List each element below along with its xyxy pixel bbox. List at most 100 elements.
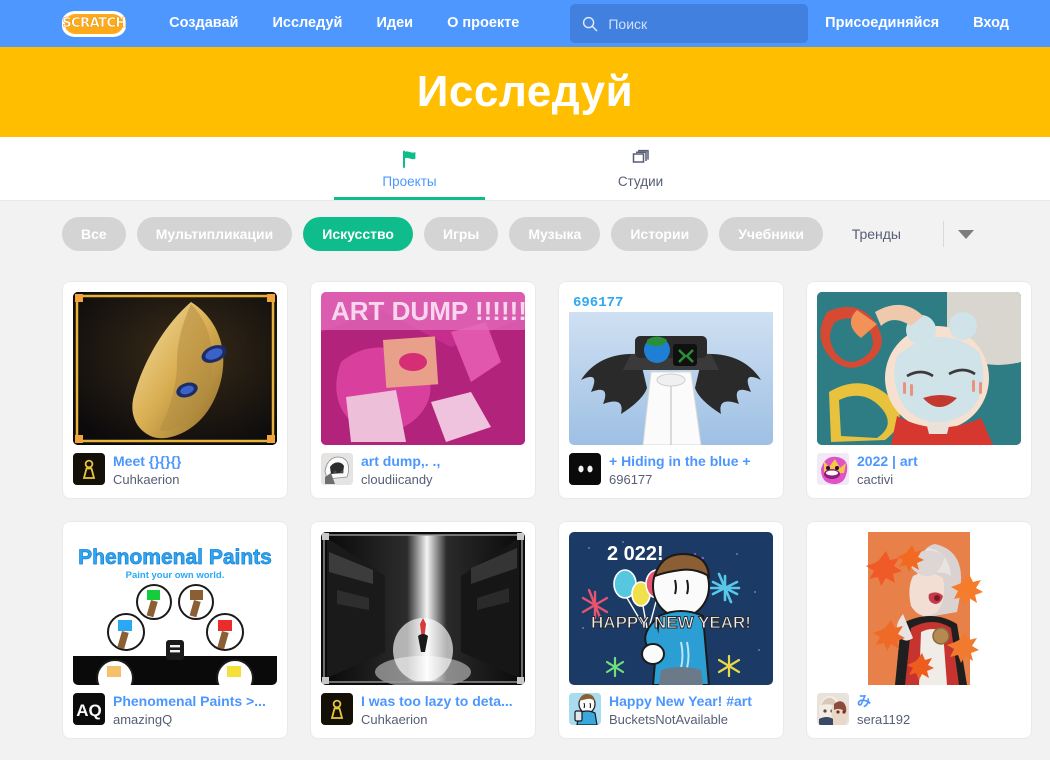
tab-projects-label: Проекты — [382, 174, 437, 189]
nav-link-create[interactable]: Создавай — [152, 0, 255, 47]
tab-bar: Проекты Студии — [0, 137, 1050, 201]
logo-text: SCRATCH — [62, 15, 127, 32]
chevron-down-icon[interactable] — [944, 229, 988, 239]
avatar[interactable] — [321, 453, 353, 485]
project-title[interactable]: I was too lazy to deta... — [361, 693, 513, 710]
project-title[interactable]: Happy New Year! #art — [609, 693, 752, 710]
project-card[interactable]: Phenomenal Paints Paint your own world. — [62, 521, 288, 739]
svg-text:Paint your own world.: Paint your own world. — [126, 570, 225, 581]
filter-pill-tutorials[interactable]: Учебники — [719, 217, 823, 251]
project-text-block: み sera1192 — [857, 693, 910, 728]
project-meta: Meet {}{}{} Cuhkaerion — [73, 453, 277, 488]
filter-pill-stories[interactable]: Истории — [611, 217, 709, 251]
filter-pill-all[interactable]: Все — [62, 217, 126, 251]
project-text-block: I was too lazy to deta... Cuhkaerion — [361, 693, 513, 728]
project-thumbnail: 2 022! HAPPY NEW YEAR! — [569, 532, 773, 685]
project-card[interactable]: ART DUMP !!!!!! art dump,. ., cloudiican… — [310, 281, 536, 499]
project-thumbnail: ART DUMP !!!!!! — [321, 292, 525, 445]
filter-pill-music[interactable]: Музыка — [509, 217, 601, 251]
project-author[interactable]: cloudiicandy — [361, 471, 440, 488]
nav-link-about[interactable]: О проекте — [430, 0, 536, 47]
avatar[interactable] — [817, 693, 849, 725]
project-meta: み sera1192 — [817, 693, 1021, 728]
tab-studios[interactable]: Студии — [565, 144, 716, 200]
project-title[interactable]: Phenomenal Paints >... — [113, 693, 266, 710]
project-text-block: 2022 | art cactivi — [857, 453, 918, 488]
project-card[interactable]: Meet {}{}{} Cuhkaerion — [62, 281, 288, 499]
svg-text:Phenomenal Paints: Phenomenal Paints — [78, 546, 272, 569]
avatar[interactable] — [569, 453, 601, 485]
project-thumbnail: Phenomenal Paints Paint your own world. — [73, 532, 277, 685]
project-meta: art dump,. ., cloudiicandy — [321, 453, 525, 488]
tab-studios-label: Студии — [617, 174, 664, 189]
project-author[interactable]: Cuhkaerion — [361, 711, 513, 728]
project-author[interactable]: Cuhkaerion — [113, 471, 181, 488]
project-author[interactable]: sera1192 — [857, 711, 910, 728]
projects-grid-wrapper: Meet {}{}{} Cuhkaerion ART DUMP !!!!!! a… — [0, 281, 1050, 739]
project-meta: I was too lazy to deta... Cuhkaerion — [321, 693, 525, 728]
nav-link-signin[interactable]: Вход — [956, 0, 1026, 47]
project-thumbnail — [817, 532, 1021, 685]
avatar[interactable]: AQ — [73, 693, 105, 725]
green-flag-icon — [400, 148, 420, 170]
project-card[interactable]: 2022 | art cactivi — [806, 281, 1032, 499]
project-card[interactable]: 2 022! HAPPY NEW YEAR! Happy New Year! #… — [558, 521, 784, 739]
nav-right-group: Присоединяйся Вход — [808, 0, 1026, 47]
svg-text:2 022!: 2 022! — [607, 543, 664, 565]
project-thumbnail — [817, 292, 1021, 445]
hero-banner: Исследуй — [0, 47, 1050, 137]
project-title[interactable]: + Hiding in the blue + — [609, 453, 751, 470]
avatar[interactable] — [73, 453, 105, 485]
project-title[interactable]: art dump,. ., — [361, 453, 440, 470]
project-text-block: art dump,. ., cloudiicandy — [361, 453, 440, 488]
project-thumbnail: 696177 — [569, 292, 773, 445]
nav-link-ideas[interactable]: Идеи — [359, 0, 430, 47]
filter-pill-animations[interactable]: Мультипликации — [136, 217, 293, 251]
search-icon — [582, 16, 598, 32]
project-author[interactable]: amazingQ — [113, 711, 266, 728]
project-text-block: Meet {}{}{} Cuhkaerion — [113, 453, 181, 488]
project-card[interactable]: み sera1192 — [806, 521, 1032, 739]
tab-projects[interactable]: Проекты — [334, 144, 485, 200]
filter-bar: Все Мультипликации Искусство Игры Музыка… — [0, 201, 1050, 267]
project-meta: 2022 | art cactivi — [817, 453, 1021, 488]
page-title: Исследуй — [416, 67, 634, 116]
project-author[interactable]: 696177 — [609, 471, 751, 488]
svg-text:ART DUMP !!!!!!: ART DUMP !!!!!! — [331, 296, 525, 326]
project-author[interactable]: cactivi — [857, 471, 918, 488]
svg-text:AQ: AQ — [76, 701, 102, 720]
project-title[interactable]: 2022 | art — [857, 453, 918, 470]
project-thumbnail — [321, 532, 525, 685]
project-text-block: Happy New Year! #art BucketsNotAvailable — [609, 693, 752, 728]
svg-text:696177: 696177 — [573, 295, 623, 311]
nav-link-join[interactable]: Присоединяйся — [808, 0, 956, 47]
project-text-block: + Hiding in the blue + 696177 — [609, 453, 751, 488]
project-card[interactable]: I was too lazy to deta... Cuhkaerion — [310, 521, 536, 739]
caret-shape — [958, 229, 974, 239]
filter-pill-art[interactable]: Искусство — [303, 217, 413, 251]
project-author[interactable]: BucketsNotAvailable — [609, 711, 752, 728]
sort-label[interactable]: Тренды — [852, 226, 943, 242]
top-navigation-bar: SCRATCH Создавай Исследуй Идеи О проекте… — [0, 0, 1050, 47]
project-text-block: Phenomenal Paints >... amazingQ — [113, 693, 266, 728]
project-thumbnail — [73, 292, 277, 445]
search-input[interactable] — [608, 15, 797, 32]
sort-control: Тренды — [852, 217, 988, 251]
scratch-logo[interactable]: SCRATCH — [62, 10, 127, 37]
project-title[interactable]: Meet {}{}{} — [113, 453, 181, 470]
project-meta: AQ Phenomenal Paints >... amazingQ — [73, 693, 277, 728]
project-meta: + Hiding in the blue + 696177 — [569, 453, 773, 488]
avatar[interactable] — [321, 693, 353, 725]
search-box[interactable] — [570, 4, 809, 43]
project-title[interactable]: み — [857, 693, 910, 710]
grid-top-spacer — [0, 267, 1050, 281]
studios-icon — [631, 148, 651, 170]
projects-grid: Meet {}{}{} Cuhkaerion ART DUMP !!!!!! a… — [62, 281, 1032, 739]
avatar[interactable] — [569, 693, 601, 725]
nav-link-explore[interactable]: Исследуй — [255, 0, 359, 47]
filter-pill-games[interactable]: Игры — [423, 217, 499, 251]
avatar[interactable] — [817, 453, 849, 485]
project-card[interactable]: 696177 + Hiding in the blue + 696177 — [558, 281, 784, 499]
svg-text:HAPPY NEW YEAR!: HAPPY NEW YEAR! — [591, 613, 751, 632]
project-meta: Happy New Year! #art BucketsNotAvailable — [569, 693, 773, 728]
